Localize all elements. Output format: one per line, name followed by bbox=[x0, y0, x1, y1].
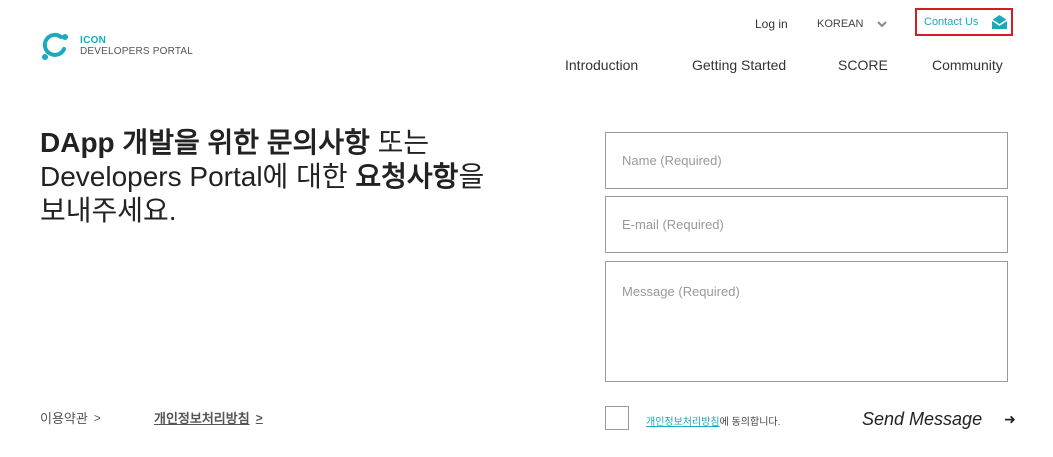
envelope-icon bbox=[991, 15, 1008, 29]
privacy-agree-link[interactable]: 개인정보처리방침 bbox=[646, 417, 720, 428]
logo-subtitle: DEVELOPERS PORTAL bbox=[80, 46, 194, 57]
arrow-right-icon: ➜ bbox=[1004, 411, 1016, 427]
contact-us-button[interactable]: Contact Us bbox=[915, 8, 1013, 36]
email-input[interactable] bbox=[606, 197, 1007, 252]
page-headline: DApp 개발을 위한 문의사항 또는 Developers Portal에 대… bbox=[40, 126, 560, 228]
message-textarea[interactable] bbox=[606, 262, 1007, 381]
nav-community[interactable]: Community bbox=[932, 57, 1003, 73]
headline-text-1: 또는 bbox=[369, 127, 430, 158]
name-field-box bbox=[605, 132, 1008, 189]
nav-introduction[interactable]: Introduction bbox=[565, 57, 638, 73]
terms-label: 이용약관 bbox=[40, 411, 88, 426]
privacy-policy-link[interactable]: 개인정보처리방침 > bbox=[154, 408, 263, 427]
logo[interactable]: ICON DEVELOPERS PORTAL bbox=[40, 31, 193, 61]
nav-getting-started[interactable]: Getting Started bbox=[692, 57, 786, 73]
name-input[interactable] bbox=[606, 133, 1007, 188]
privacy-agree-checkbox[interactable] bbox=[605, 406, 629, 430]
contact-page: ICON DEVELOPERS PORTAL Log in KOREAN Con… bbox=[0, 0, 1053, 457]
email-field-box bbox=[605, 196, 1008, 253]
chevron-down-icon bbox=[877, 21, 888, 28]
headline-text-3: 을 bbox=[458, 161, 485, 192]
send-message-label: Send Message bbox=[862, 409, 983, 429]
privacy-label: 개인정보처리방침 bbox=[154, 411, 250, 426]
icon-logo-mark bbox=[42, 32, 68, 60]
privacy-agree-text: 개인정보처리방침에 동의합니다. bbox=[646, 413, 780, 428]
privacy-agree-suffix: 에 동의합니다. bbox=[719, 417, 781, 428]
send-message-button[interactable]: Send Message ➜ bbox=[862, 409, 1016, 430]
chevron-right-icon: > bbox=[93, 410, 101, 425]
headline-bold-1: DApp 개발을 위한 문의사항 bbox=[40, 127, 370, 158]
headline-text-4: 보내주세요. bbox=[40, 195, 177, 226]
nav-score[interactable]: SCORE bbox=[838, 57, 888, 73]
headline-bold-2: 요청사항 bbox=[355, 161, 459, 192]
login-link[interactable]: Log in bbox=[755, 17, 788, 31]
language-selector[interactable]: KOREAN bbox=[817, 18, 888, 30]
contact-us-label: Contact Us bbox=[924, 16, 979, 28]
headline-text-2: Developers Portal에 대한 bbox=[40, 161, 356, 192]
language-label: KOREAN bbox=[817, 18, 864, 30]
message-field-box bbox=[605, 261, 1008, 382]
chevron-right-icon: > bbox=[255, 410, 263, 425]
terms-link[interactable]: 이용약관 > bbox=[40, 408, 101, 427]
logo-brand: ICON bbox=[80, 35, 107, 46]
